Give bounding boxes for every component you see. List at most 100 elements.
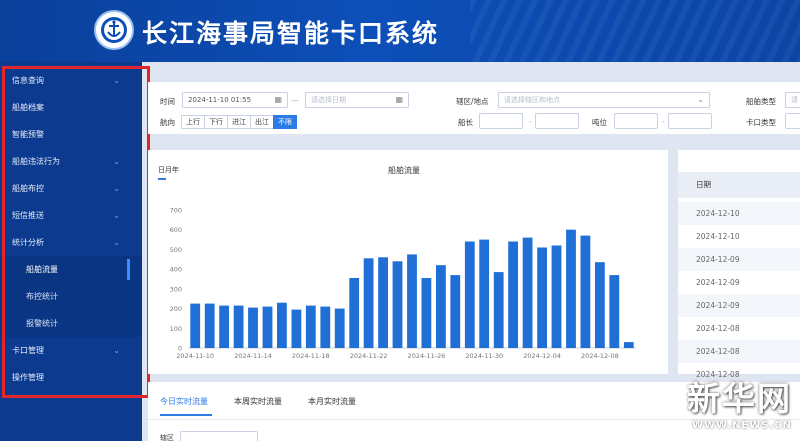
- tab-week-realtime[interactable]: 本周实时流量: [234, 396, 282, 407]
- chart-bar[interactable]: [305, 305, 316, 348]
- sidebar-item-0[interactable]: 信息查询 ⌄: [0, 67, 142, 94]
- direction-option-1[interactable]: 下行: [204, 115, 228, 129]
- sidebar-item-11[interactable]: 操作管理: [0, 364, 142, 391]
- chart-bar[interactable]: [378, 257, 388, 348]
- chart-bar[interactable]: [204, 303, 215, 348]
- direction-option-4[interactable]: 不限: [273, 115, 297, 129]
- direction-option-2[interactable]: 进江: [227, 115, 251, 129]
- chart-bar[interactable]: [551, 245, 562, 349]
- time-start-value: 2024-11-10 01:55: [188, 96, 252, 104]
- bottom-area-select[interactable]: [180, 431, 258, 441]
- time-range-separator: —: [291, 96, 299, 105]
- chart-bar[interactable]: [566, 229, 576, 348]
- area-select[interactable]: 请选择辖区和地点 ⌄: [498, 92, 710, 108]
- chart-bar[interactable]: [392, 261, 403, 348]
- tab-month-realtime[interactable]: 本月实时流量: [308, 396, 356, 407]
- chart-bar[interactable]: [479, 239, 490, 348]
- watermark-url: WWW.NEWS.CN: [691, 420, 792, 431]
- direction-option-0[interactable]: 上行: [181, 115, 205, 129]
- table-row[interactable]: 2024-12-08: [678, 340, 800, 363]
- active-tab-underline: [160, 414, 212, 416]
- sidebar-item-3[interactable]: 船舶违法行为 ⌄: [0, 148, 142, 175]
- table-row[interactable]: 2024-12-08: [678, 317, 800, 340]
- watermark-logo-text: 新华网: [687, 379, 792, 418]
- table-row[interactable]: 2024-12-09: [678, 248, 800, 271]
- draft-max-input[interactable]: [668, 113, 712, 129]
- table-row[interactable]: 2024-12-09: [678, 271, 800, 294]
- y-tick-label: 100: [170, 325, 182, 333]
- chart-bar[interactable]: [421, 278, 432, 348]
- x-tick-label: 2024-11-30: [465, 352, 503, 360]
- area-placeholder: 请选择辖区和地点: [504, 96, 560, 104]
- chart-bar[interactable]: [219, 305, 229, 348]
- draft-label: 吨位: [592, 118, 607, 127]
- checkpoint-type-label: 卡口类型: [746, 118, 776, 127]
- table-row[interactable]: 2024-12-09: [678, 294, 800, 317]
- ship-type-select[interactable]: 请: [785, 92, 800, 108]
- chart-bar[interactable]: [407, 254, 417, 348]
- sidebar-item-label: 统计分析: [12, 238, 44, 247]
- tab-today-realtime[interactable]: 今日实时流量: [160, 396, 208, 407]
- sidebar-item-7[interactable]: 船舶流量: [0, 256, 142, 283]
- length-label: 船长: [458, 118, 473, 127]
- checkpoint-type-select[interactable]: [785, 113, 800, 129]
- time-end-input[interactable]: 请选择日期 ▦: [305, 92, 409, 108]
- chart-bar[interactable]: [320, 306, 331, 348]
- chart-bar[interactable]: [291, 309, 302, 348]
- sidebar-item-8[interactable]: 布控统计: [0, 283, 142, 310]
- chart-bar[interactable]: [493, 272, 504, 348]
- chart-bar[interactable]: [363, 258, 374, 348]
- chart-panel: 日月年 船舶流量 0 100 200 300 400 500 600 700 2024-11-1…: [148, 150, 668, 374]
- sidebar-menu: 信息查询 ⌄ 船舶档案 智能预警 船舶违法行为 ⌄ 船舶布控 ⌄ 短信推送 ⌄ 统计分析 ⌄ 船舶流量布…: [0, 62, 150, 441]
- sidebar-item-label: 船舶违法行为: [12, 157, 60, 166]
- chart-bar[interactable]: [349, 278, 360, 348]
- calendar-icon: ▦: [395, 95, 403, 104]
- chart-bar[interactable]: [464, 241, 475, 349]
- chart-bar[interactable]: [522, 237, 533, 348]
- length-max-input[interactable]: [535, 113, 579, 129]
- sidebar-item-4[interactable]: 船舶布控 ⌄: [0, 175, 142, 202]
- chart-bar[interactable]: [277, 302, 287, 348]
- y-tick-label: 400: [170, 266, 182, 274]
- ship-type-placeholder: 请: [791, 96, 798, 104]
- app-header: 长江海事局智能卡口系统: [0, 0, 800, 62]
- sidebar-item-label: 智能预警: [12, 130, 44, 139]
- chevron-down-icon: ⌄: [113, 211, 120, 220]
- sidebar-item-9[interactable]: 报警统计: [0, 310, 142, 337]
- sidebar-item-label: 短信推送: [12, 211, 44, 220]
- date-table-panel: 日期 2024-12-10 2024-12-10 2024-12-09 2024-12…: [678, 150, 800, 379]
- time-label: 时间: [160, 97, 175, 106]
- x-tick-label: 2024-11-18: [292, 352, 330, 360]
- chart-bar[interactable]: [595, 262, 605, 348]
- time-start-input[interactable]: 2024-11-10 01:55 ▦: [182, 92, 288, 108]
- sidebar-item-label: 布控统计: [26, 292, 58, 301]
- chart-bar[interactable]: [436, 265, 446, 348]
- sidebar-item-2[interactable]: 智能预警: [0, 121, 142, 148]
- sidebar-item-1[interactable]: 船舶档案: [0, 94, 142, 121]
- sidebar-item-label: 报警统计: [26, 319, 58, 328]
- chart-bar[interactable]: [537, 247, 547, 349]
- sidebar-item-10[interactable]: 卡口管理 ⌄: [0, 337, 142, 364]
- table-row[interactable]: 2024-12-10: [678, 225, 800, 248]
- chart-bar[interactable]: [334, 308, 345, 348]
- length-min-input[interactable]: [479, 113, 523, 129]
- chevron-down-icon: ⌄: [113, 346, 120, 355]
- direction-option-3[interactable]: 出江: [250, 115, 274, 129]
- chart-bar[interactable]: [623, 342, 634, 348]
- table-row[interactable]: 2024-12-10: [678, 202, 800, 225]
- sidebar-item-6[interactable]: 统计分析 ⌄: [0, 229, 142, 256]
- sidebar-item-label: 卡口管理: [12, 346, 44, 355]
- sidebar-nav-list: 信息查询 ⌄ 船舶档案 智能预警 船舶违法行为 ⌄ 船舶布控 ⌄ 短信推送 ⌄ 统计分析 ⌄ 船舶流量布…: [0, 62, 142, 391]
- draft-min-input[interactable]: [614, 113, 658, 129]
- chart-bar[interactable]: [609, 275, 620, 348]
- sidebar-item-5[interactable]: 短信推送 ⌄: [0, 202, 142, 229]
- chart-bar[interactable]: [190, 303, 201, 348]
- chart-bar[interactable]: [248, 307, 258, 348]
- chart-bar[interactable]: [580, 235, 591, 348]
- chart-bar[interactable]: [262, 306, 273, 348]
- chart-bar[interactable]: [450, 275, 461, 348]
- chart-bar[interactable]: [508, 241, 518, 349]
- chart-bar[interactable]: [233, 305, 244, 348]
- sidebar-item-label: 信息查询: [12, 76, 44, 85]
- maritime-anchor-emblem-icon: [94, 10, 134, 50]
